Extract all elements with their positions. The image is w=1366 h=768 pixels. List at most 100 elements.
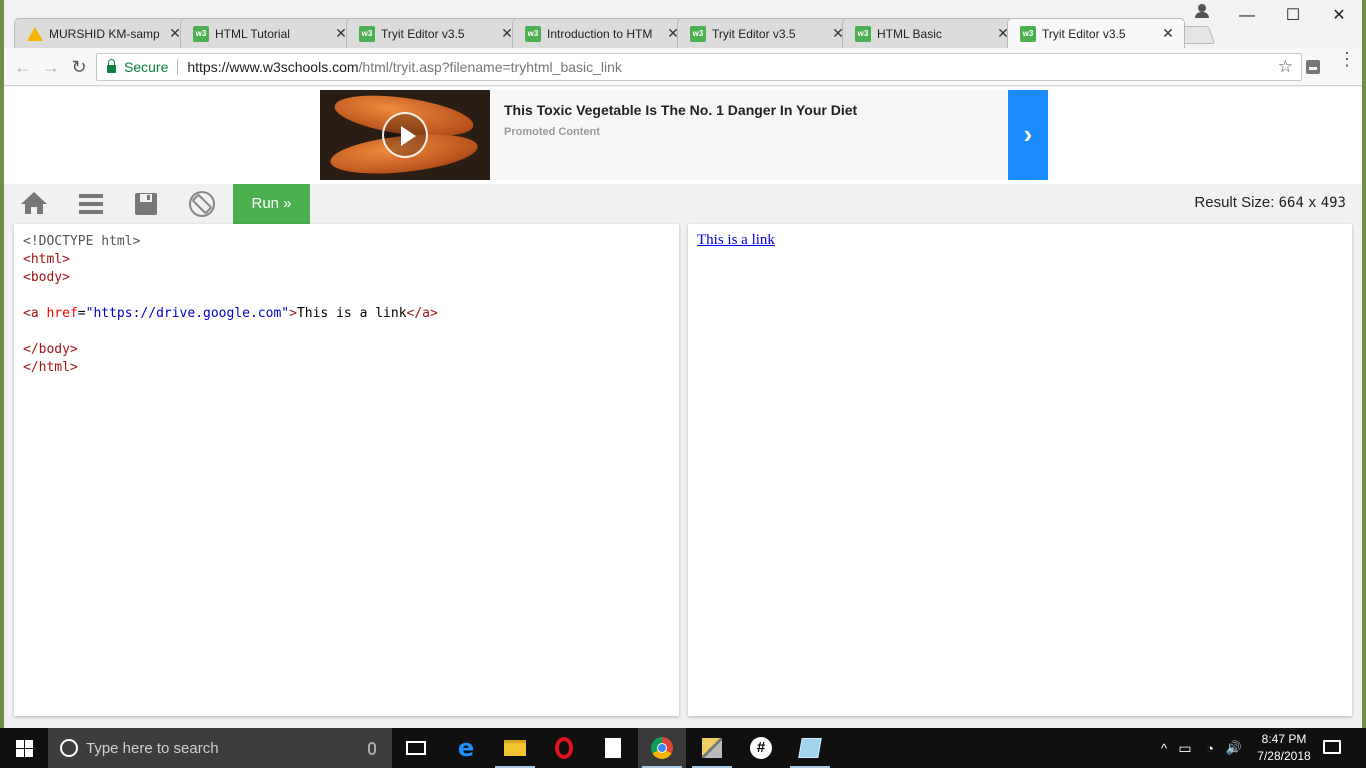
chrome-icon[interactable] <box>638 728 686 768</box>
reload-button[interactable]: ↻ <box>68 56 90 78</box>
ad-thumbnail[interactable] <box>320 90 490 180</box>
start-button[interactable] <box>0 728 48 768</box>
code-html-open: <html> <box>23 252 70 267</box>
tab-title: Tryit Editor v3.5 <box>1042 26 1126 41</box>
tab-title: MURSHID KM-samp <box>49 26 160 41</box>
tab-title: Tryit Editor v3.5 <box>381 26 465 41</box>
paint-icon[interactable] <box>786 728 834 768</box>
w3schools-icon: w3 <box>1020 25 1036 42</box>
ad-subtitle: Promoted Content <box>504 126 600 138</box>
tab-title: Introduction to HTM <box>547 26 653 41</box>
microphone-icon[interactable] <box>368 741 376 755</box>
wifi-icon[interactable]: ◔ <box>1198 741 1222 756</box>
bookmark-star-icon[interactable]: ☆ <box>1278 57 1293 77</box>
play-icon[interactable] <box>382 112 428 158</box>
back-button[interactable]: ← <box>12 56 34 78</box>
slack-icon[interactable]: # <box>737 728 785 768</box>
lock-icon <box>107 59 116 73</box>
code-a-open: <a <box>23 306 39 321</box>
tools-icon[interactable] <box>688 728 736 768</box>
code-body-open: <body> <box>23 270 70 285</box>
result-times: x <box>1308 195 1317 211</box>
clock-date: 7/28/2018 <box>1257 749 1311 763</box>
home-icon[interactable] <box>20 190 48 218</box>
browser-window: MURSHID KM-samp ✕ w3 HTML Tutorial ✕ w3 … <box>4 0 1362 728</box>
task-view-icon[interactable] <box>392 728 440 768</box>
code-a-gt: > <box>289 306 297 321</box>
result-height: 493 <box>1320 195 1346 211</box>
search-placeholder: Type here to search <box>86 739 219 757</box>
code-line: </html> <box>23 359 670 377</box>
tab-introduction[interactable]: w3 Introduction to HTM ✕ <box>512 18 690 48</box>
menu-icon[interactable] <box>77 190 105 218</box>
url-host: https://www.w3schools.com <box>187 59 359 75</box>
result-panel: This is a link <box>688 224 1352 716</box>
w3schools-icon: w3 <box>525 25 541 42</box>
forward-button[interactable]: → <box>40 56 62 78</box>
tab-strip: MURSHID KM-samp ✕ w3 HTML Tutorial ✕ w3 … <box>4 0 1362 48</box>
tab-murshid[interactable]: MURSHID KM-samp ✕ <box>14 18 192 48</box>
code-line: <body> <box>23 269 670 287</box>
taskbar: Type here to search e # ^ ▭ ◔ 🔊 8:47 PM … <box>0 728 1366 768</box>
browser-toolbar: ← → ↻ Secure https://www.w3schools.com /… <box>4 48 1362 86</box>
ad-arrow-button[interactable]: › <box>1008 90 1048 180</box>
window-controls: — ☐ ✕ <box>1224 2 1362 30</box>
url-path: /html/tryit.asp?filename=tryhtml_basic_l… <box>358 59 622 75</box>
w3schools-icon: w3 <box>193 25 209 42</box>
ad-title[interactable]: This Toxic Vegetable Is The No. 1 Danger… <box>504 102 857 118</box>
result-width: 664 <box>1278 195 1304 211</box>
code-line: <a href="https://drive.google.com">This … <box>23 305 670 323</box>
code-doctype: <!DOCTYPE html> <box>23 234 141 249</box>
code-attr-value: "https://drive.google.com" <box>85 306 290 321</box>
tab-html-tutorial[interactable]: w3 HTML Tutorial ✕ <box>180 18 358 48</box>
file-icon[interactable] <box>589 728 637 768</box>
page-content: This Toxic Vegetable Is The No. 1 Danger… <box>4 87 1362 728</box>
system-tray: ^ ▭ ◔ 🔊 <box>1156 728 1246 768</box>
minimize-button[interactable]: — <box>1224 2 1270 30</box>
action-center-icon[interactable] <box>1323 740 1341 754</box>
result-link[interactable]: This is a link <box>697 232 775 248</box>
tab-tryit-active[interactable]: w3 Tryit Editor v3.5 ✕ <box>1007 18 1185 48</box>
save-icon[interactable] <box>132 190 160 218</box>
edge-icon[interactable]: e <box>442 728 490 768</box>
run-button[interactable]: Run » <box>233 184 310 224</box>
code-attr: href <box>46 306 78 321</box>
volume-icon[interactable]: 🔊 <box>1222 740 1246 756</box>
extension-icon[interactable] <box>1306 60 1320 74</box>
maximize-button[interactable]: ☐ <box>1270 2 1316 30</box>
opera-icon[interactable] <box>540 728 588 768</box>
address-bar[interactable]: Secure https://www.w3schools.com /html/t… <box>96 53 1302 81</box>
tab-title: HTML Basic <box>877 26 942 41</box>
code-eq: = <box>77 306 86 321</box>
divider <box>177 59 179 75</box>
tryit-toolbar: Run » Result Size: 664 x 493 <box>4 184 1362 224</box>
file-explorer-icon[interactable] <box>491 728 539 768</box>
chrome-menu-icon[interactable]: ⋮ <box>1338 50 1356 68</box>
result-size-label: Result Size: <box>1194 194 1275 211</box>
close-window-button[interactable]: ✕ <box>1316 2 1362 30</box>
w3schools-icon: w3 <box>359 25 375 42</box>
code-editor[interactable]: <!DOCTYPE html> <html> <body> <a href="h… <box>14 224 679 716</box>
google-drive-icon <box>27 26 43 42</box>
clock[interactable]: 8:47 PM 7/28/2018 <box>1250 731 1318 765</box>
taskbar-search[interactable]: Type here to search <box>48 728 392 768</box>
code-a-close: </a> <box>406 306 438 321</box>
tab-title: Tryit Editor v3.5 <box>712 26 796 41</box>
rotate-icon[interactable] <box>188 190 216 218</box>
tab-tryit-1[interactable]: w3 Tryit Editor v3.5 ✕ <box>346 18 524 48</box>
advertisement[interactable]: This Toxic Vegetable Is The No. 1 Danger… <box>320 90 1048 180</box>
profile-icon[interactable] <box>1194 3 1210 19</box>
cortana-icon <box>60 739 78 757</box>
code-line: <html> <box>23 251 670 269</box>
battery-icon[interactable]: ▭ <box>1172 740 1198 757</box>
code-line: </body> <box>23 341 670 359</box>
tab-tryit-2[interactable]: w3 Tryit Editor v3.5 ✕ <box>677 18 855 48</box>
code-line: <!DOCTYPE html> <box>23 233 670 251</box>
tray-chevron-icon[interactable]: ^ <box>1156 741 1172 756</box>
clock-time: 8:47 PM <box>1261 732 1307 746</box>
tab-close-icon[interactable]: ✕ <box>1160 25 1176 42</box>
secure-label: Secure <box>124 59 169 75</box>
tab-html-basic[interactable]: w3 HTML Basic ✕ <box>842 18 1020 48</box>
